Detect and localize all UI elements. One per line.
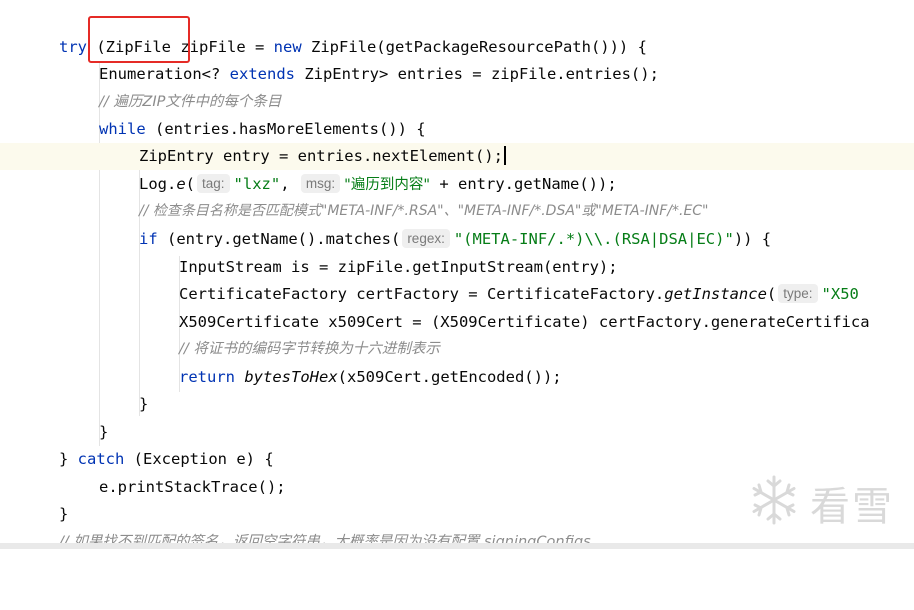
code-token: (x509Cert.getEncoded()); bbox=[337, 368, 562, 386]
string-literal: "(META-INF/.*)\\.(RSA|DSA|EC)" bbox=[453, 230, 734, 248]
code-line: if (entry.getName().matches(regex: "(META… bbox=[0, 226, 914, 253]
keyword: try bbox=[59, 38, 87, 56]
method-name: e bbox=[176, 175, 186, 193]
code-token: ZipEntry> entries = zipFile.entries(); bbox=[294, 65, 659, 83]
code-token: } bbox=[139, 395, 149, 413]
parameter-hint-regex: regex: bbox=[402, 229, 450, 248]
code-comment: // 将证书的编码字节转换为十六进制表示 bbox=[179, 341, 440, 357]
method-name: getInstance bbox=[664, 285, 767, 303]
code-line: // 将证书的编码字节转换为十六进制表示 bbox=[0, 336, 914, 363]
watermark-text: 看雪 bbox=[810, 484, 894, 530]
code-token: X509Certificate x509Cert = (X509Certific… bbox=[179, 313, 870, 331]
keyword: while bbox=[99, 120, 146, 138]
code-token: InputStream is = zipFile.getInputStream(… bbox=[179, 258, 618, 276]
parameter-hint-msg: msg: bbox=[300, 174, 341, 193]
string-literal: "遍历到内容" bbox=[344, 177, 431, 193]
keyword: if bbox=[139, 230, 158, 248]
keyword: catch bbox=[77, 450, 125, 468]
code-line: } bbox=[0, 391, 914, 418]
code-token: ZipEntry entry = entries.nextElement(); bbox=[139, 147, 503, 165]
code-token: ( bbox=[766, 285, 777, 303]
code-token: } bbox=[59, 450, 78, 468]
code-token: Enumeration<? bbox=[99, 65, 230, 83]
keyword: new bbox=[273, 38, 302, 56]
code-token: )) { bbox=[733, 230, 772, 248]
code-token: (Exception e) { bbox=[124, 450, 274, 468]
keyword: return bbox=[179, 368, 235, 386]
code-token: } bbox=[59, 505, 69, 523]
code-line: CertificateFactory certFactory = Certifi… bbox=[0, 281, 914, 308]
code-editor[interactable]: try (ZipFile zipFile = new ZipFile(getPa… bbox=[0, 0, 914, 550]
code-comment: // 遍历ZIP文件中的每个条目 bbox=[99, 94, 282, 110]
code-token: ZipFile(getPackageResourcePath())) { bbox=[301, 38, 647, 56]
code-token: (entry.getName().matches( bbox=[157, 230, 401, 248]
code-token: } bbox=[99, 423, 109, 441]
code-line: // 遍历ZIP文件中的每个条目 bbox=[0, 89, 914, 116]
code-token: + entry.getName()); bbox=[430, 175, 617, 193]
code-line: X509Certificate x509Cert = (X509Certific… bbox=[0, 309, 914, 336]
code-token: Log. bbox=[139, 175, 177, 193]
snowflake-icon bbox=[752, 475, 796, 525]
annotation-highlight-box bbox=[88, 16, 190, 63]
code-line: // 检查条目名称是否匹配模式"META-INF/*.RSA"、"META-IN… bbox=[0, 198, 914, 225]
code-line-current: ZipEntry entry = entries.nextElement(); bbox=[0, 143, 914, 170]
string-literal: "X50 bbox=[821, 285, 859, 303]
parameter-hint-tag: tag: bbox=[197, 174, 230, 193]
code-token: , bbox=[280, 175, 290, 193]
code-line: } catch (Exception e) { bbox=[0, 446, 914, 473]
text-caret bbox=[503, 146, 506, 165]
code-token: e.printStackTrace(); bbox=[99, 478, 286, 496]
horizontal-scrollbar[interactable] bbox=[0, 543, 914, 549]
keyword: extends bbox=[229, 65, 295, 83]
code-line: while (entries.hasMoreElements()) { bbox=[0, 116, 914, 143]
code-line: InputStream is = zipFile.getInputStream(… bbox=[0, 254, 914, 281]
code-line: return bytesToHex(x509Cert.getEncoded())… bbox=[0, 364, 914, 391]
code-token: CertificateFactory certFactory = Certifi… bbox=[179, 285, 665, 303]
string-literal: "lxz" bbox=[233, 175, 281, 193]
code-token: (entries.hasMoreElements()) { bbox=[145, 120, 426, 138]
code-line: Enumeration<? extends ZipEntry> entries … bbox=[0, 61, 914, 88]
method-name: bytesToHex bbox=[244, 368, 338, 386]
watermark: 看雪 bbox=[748, 470, 908, 530]
code-comment: // 检查条目名称是否匹配模式"META-INF/*.RSA"、"META-IN… bbox=[139, 203, 709, 219]
code-line: } bbox=[0, 419, 914, 446]
code-token: ( bbox=[185, 175, 196, 193]
code-line: Log.e(tag: "lxz", msg: "遍历到内容" + entry.get… bbox=[0, 171, 914, 198]
parameter-hint-type: type: bbox=[778, 284, 818, 303]
